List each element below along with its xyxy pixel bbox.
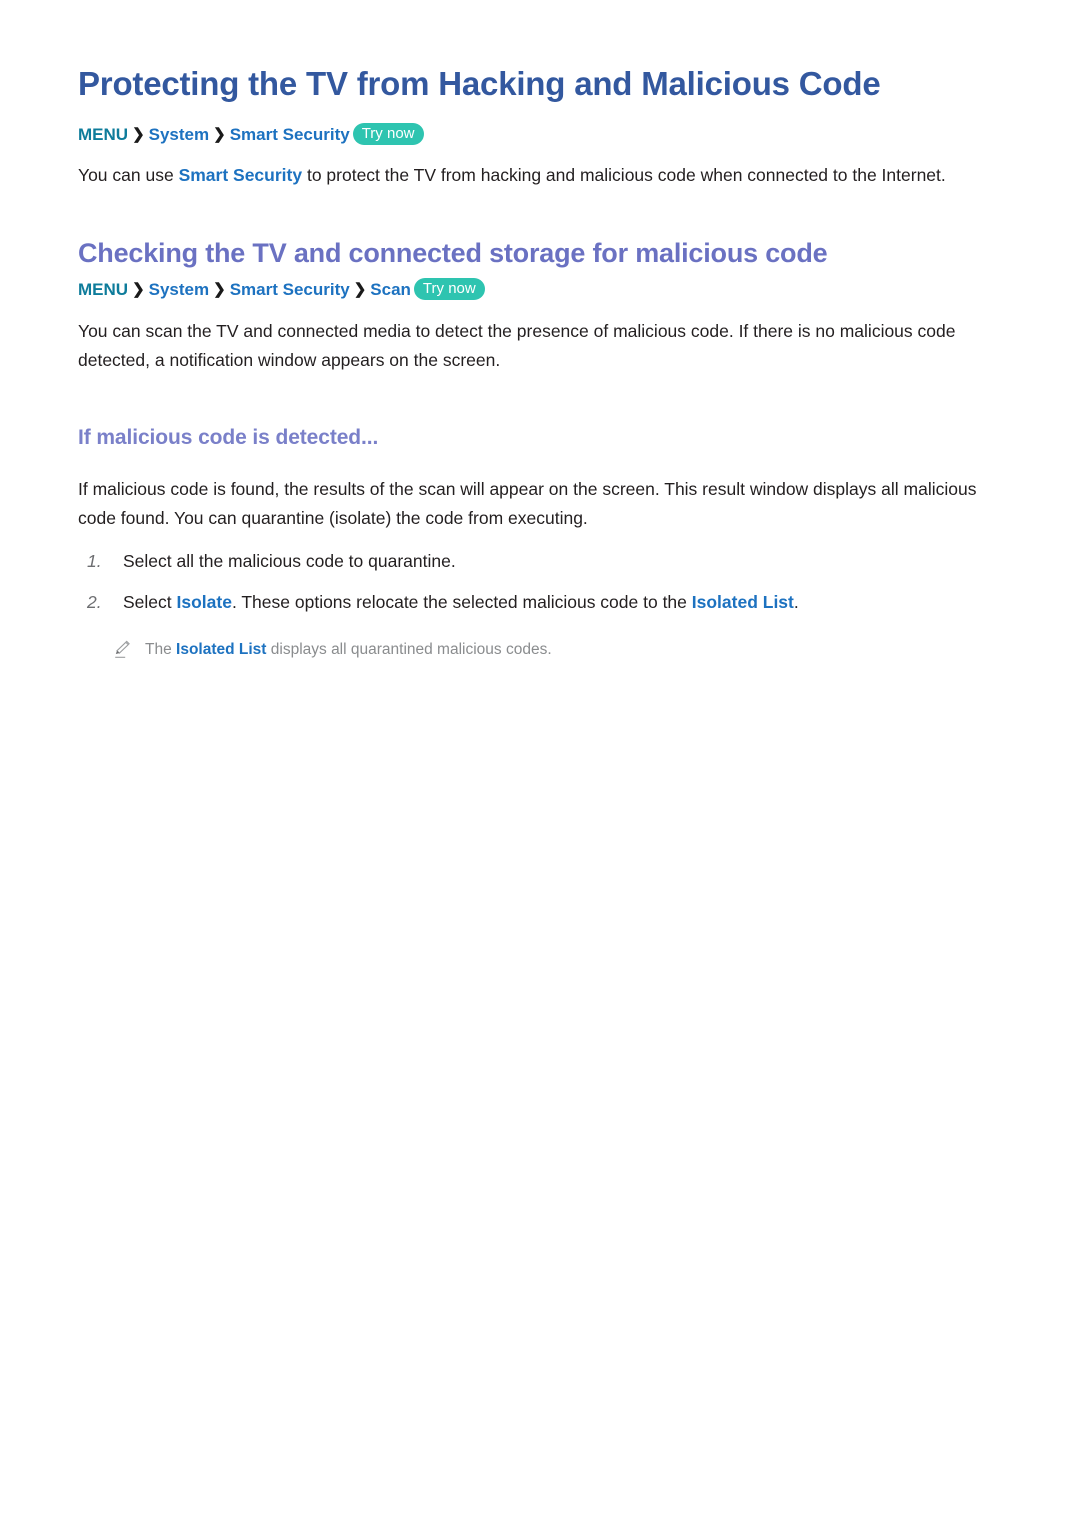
note-row: The Isolated List displays all quarantin… — [78, 637, 1005, 662]
link-smart-security[interactable]: Smart Security — [179, 165, 303, 185]
subsection-heading-if-detected: If malicious code is detected... — [78, 426, 379, 449]
note-text-after: displays all quarantined malicious codes… — [266, 641, 552, 658]
list-item: 1. Select all the malicious code to quara… — [78, 547, 1005, 576]
intro-text-after: to protect the TV from hacking and malic… — [302, 165, 946, 185]
breadcrumb-item-system[interactable]: System — [149, 280, 209, 299]
link-isolated-list[interactable]: Isolated List — [176, 641, 266, 658]
breadcrumb-menu[interactable]: MENU — [78, 280, 128, 299]
step-text: Select all the malicious code to quarant… — [123, 551, 456, 571]
link-isolate[interactable]: Isolate — [177, 592, 232, 612]
try-now-badge[interactable]: Try now — [352, 123, 424, 145]
step-text-before: Select — [123, 592, 177, 612]
step-number: 1. — [87, 551, 102, 571]
section-1-paragraph: You can scan the TV and connected media … — [78, 321, 956, 370]
breadcrumb-item-smart-security[interactable]: Smart Security — [230, 280, 350, 299]
document-page: Protecting the TV from Hacking and Malic… — [0, 0, 1080, 1527]
pencil-icon — [113, 639, 133, 659]
breadcrumb-scan: MENU ❯ System ❯ Smart Security ❯ Scan Try now — [78, 277, 1005, 304]
breadcrumb-item-scan[interactable]: Scan — [370, 280, 411, 299]
breadcrumb-item-smart-security[interactable]: Smart Security — [230, 125, 350, 144]
chevron-right-icon: ❯ — [213, 126, 226, 143]
intro-text-before: You can use — [78, 165, 179, 185]
chevron-right-icon: ❯ — [213, 281, 226, 298]
step-text-between: . These options relocate the selected ma… — [231, 592, 692, 612]
steps-list: 1. Select all the malicious code to quara… — [78, 547, 1005, 617]
step-text-after: . — [793, 592, 799, 612]
try-now-badge[interactable]: Try now — [413, 278, 485, 300]
chevron-right-icon: ❯ — [353, 281, 367, 298]
note-text-before: The — [145, 641, 177, 658]
section-heading-checking: Checking the TV and connected storage fo… — [78, 238, 828, 268]
breadcrumb: MENU ❯ System ❯ Smart Security Try now — [78, 122, 1005, 149]
page-title: Protecting the TV from Hacking and Malic… — [78, 65, 881, 102]
section-2-paragraph: If malicious code is found, the results … — [78, 479, 977, 528]
intro-paragraph: You can use Smart Security to protect th… — [78, 161, 1005, 190]
chevron-right-icon: ❯ — [132, 126, 145, 143]
breadcrumb-menu[interactable]: MENU — [78, 125, 128, 144]
chevron-right-icon: ❯ — [132, 281, 145, 298]
breadcrumb-item-system[interactable]: System — [149, 125, 209, 144]
step-number: 2. — [87, 592, 102, 612]
list-item: 2. Select Isolate. These options relocate… — [78, 588, 1005, 617]
link-isolated-list[interactable]: Isolated List — [692, 592, 794, 612]
